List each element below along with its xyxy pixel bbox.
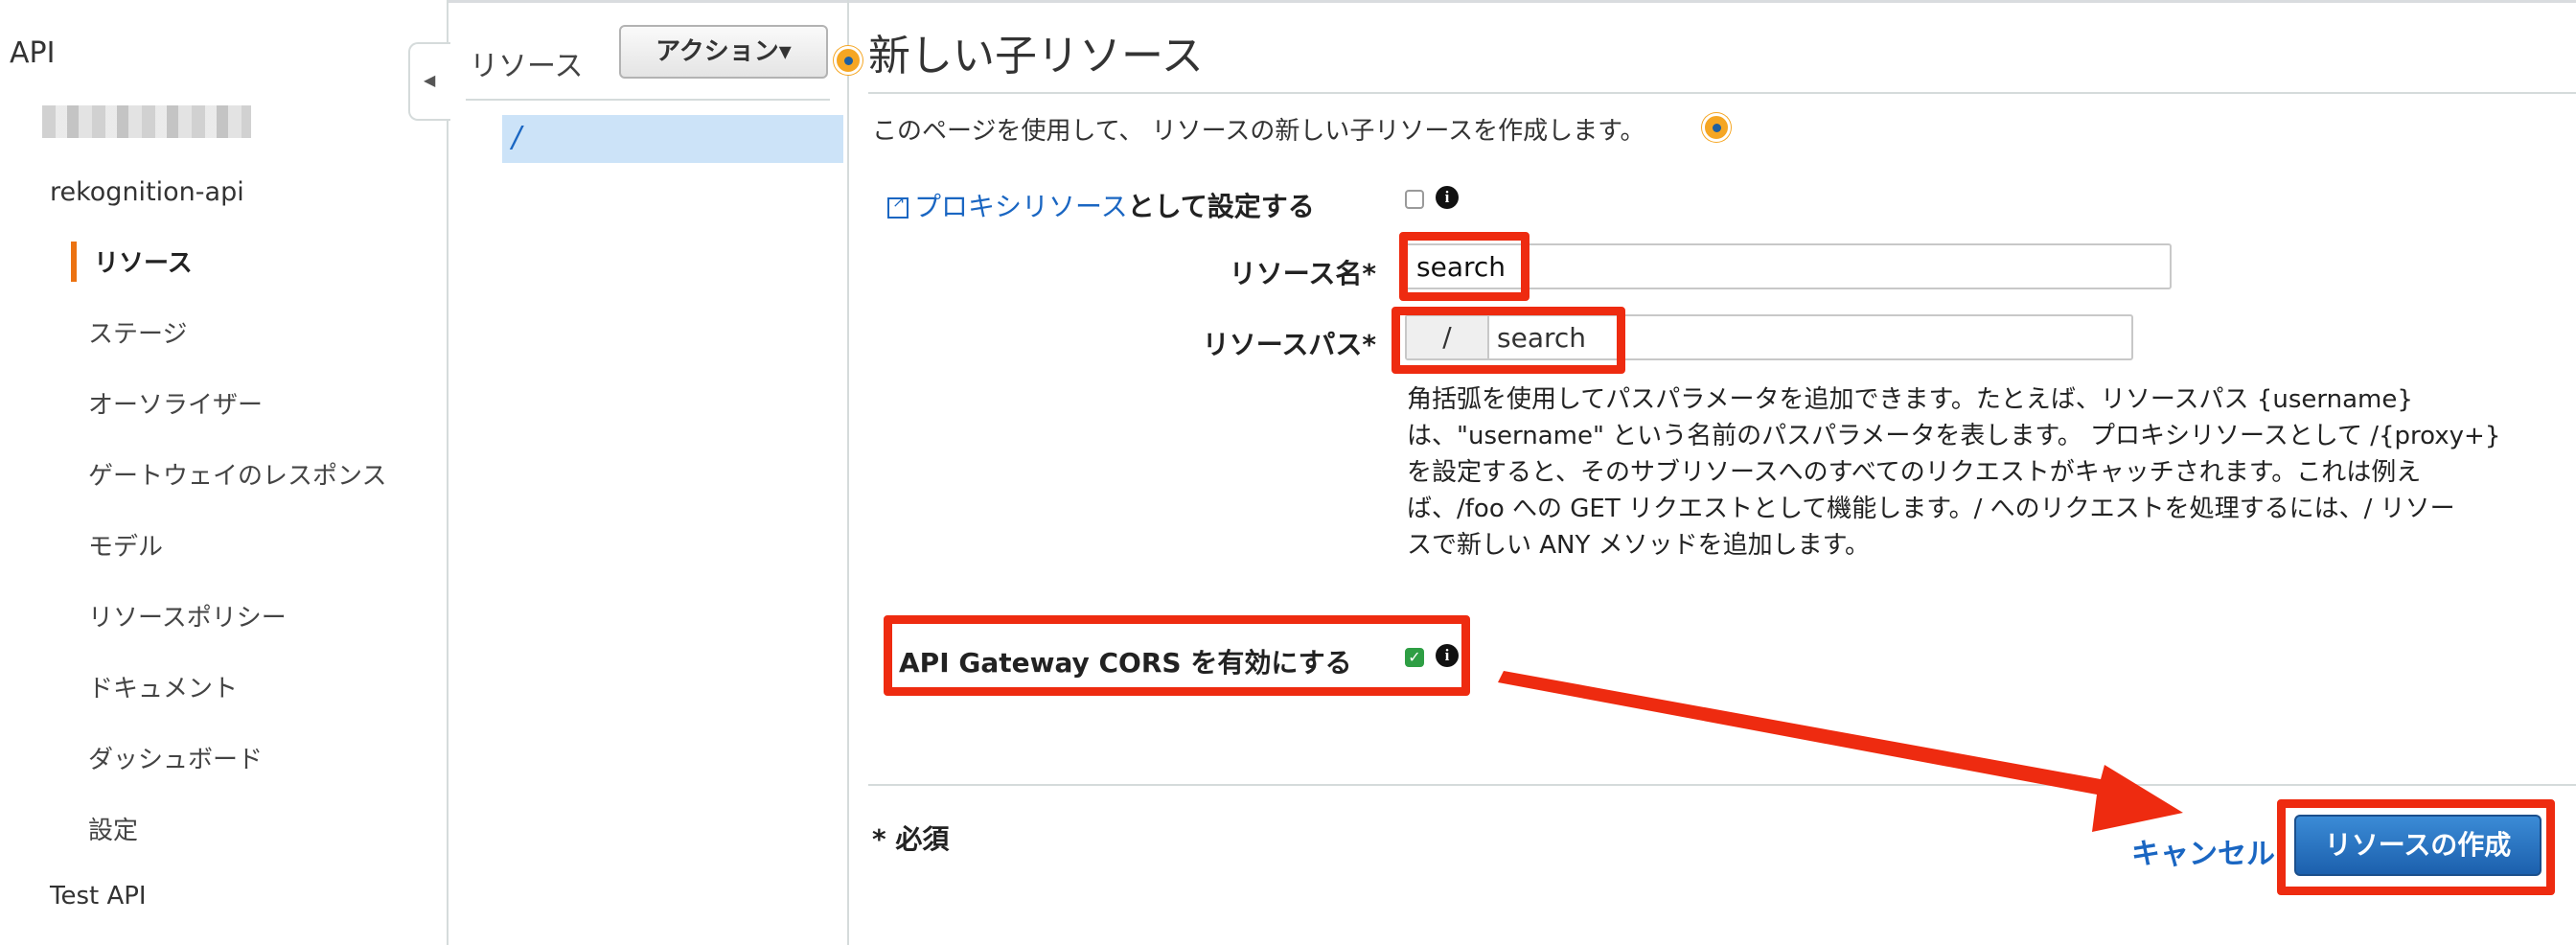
annotation-arrow bbox=[1498, 671, 2183, 832]
annotation-arrow-shape bbox=[1498, 671, 2183, 832]
